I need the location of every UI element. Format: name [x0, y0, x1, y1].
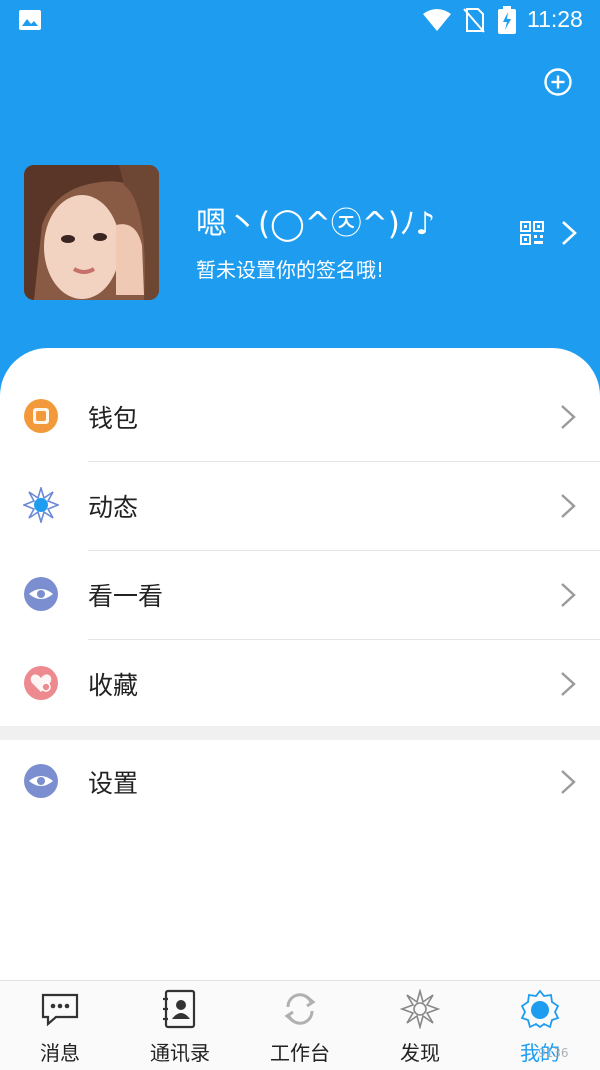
menu-item-moments[interactable]: 动态	[0, 461, 600, 550]
battery-charging-icon	[498, 6, 516, 34]
no-sim-icon	[463, 8, 485, 33]
menu-item-favorites[interactable]: 收藏	[0, 639, 600, 728]
menu-item-label: 看一看	[88, 582, 164, 611]
menu-item-settings[interactable]: 设置	[0, 737, 600, 826]
menu-item-label: 收藏	[88, 671, 139, 700]
chevron-right-icon	[561, 405, 576, 429]
menu-panel: 钱包 动态 看一看 收藏 设置	[0, 348, 600, 980]
tab-label: 发现	[400, 1041, 440, 1065]
chevron-right-icon	[561, 494, 576, 518]
gallery-icon	[19, 10, 41, 30]
chevron-right-icon	[561, 770, 576, 794]
status-bar: 11:28	[0, 0, 600, 42]
menu-item-label: 设置	[88, 769, 139, 798]
settings-icon	[24, 764, 58, 798]
tab-label: 消息	[40, 1041, 80, 1065]
contacts-book-icon	[163, 989, 196, 1029]
avatar-photo	[24, 165, 159, 300]
tab-contacts[interactable]: 通讯录	[120, 981, 240, 1070]
qr-code-icon[interactable]	[520, 221, 544, 245]
avatar[interactable]	[24, 165, 159, 300]
discover-icon	[400, 989, 440, 1029]
menu-item-label: 动态	[88, 493, 139, 522]
chevron-right-icon	[561, 583, 576, 607]
signature[interactable]: 暂未设置你的签名哦!	[196, 254, 384, 283]
profile-gear-icon	[520, 989, 560, 1029]
nickname[interactable]: 嗯丶(◯^㉨^)ﾉ♪	[196, 198, 435, 243]
add-circle-icon[interactable]	[543, 67, 573, 97]
chevron-right-icon	[561, 672, 576, 696]
tab-label: 工作台	[270, 1041, 330, 1065]
eye-icon	[24, 577, 58, 611]
menu-item-label: 钱包	[88, 404, 139, 433]
chevron-right-icon[interactable]	[560, 220, 578, 246]
moments-icon	[23, 487, 59, 523]
wallet-icon	[24, 399, 58, 433]
tab-workbench[interactable]: 工作台	[240, 981, 360, 1070]
menu-item-look[interactable]: 看一看	[0, 550, 600, 639]
menu-item-wallet[interactable]: 钱包	[0, 372, 600, 461]
tab-messages[interactable]: 消息	[0, 981, 120, 1070]
watermark: 9136	[538, 1046, 569, 1060]
chat-bubble-icon	[41, 993, 79, 1027]
bottom-tab-bar: 消息 通讯录 工作台 发现 我的	[0, 980, 600, 1070]
status-time: 11:28	[527, 6, 583, 32]
tab-discover[interactable]: 发现	[360, 981, 480, 1070]
tab-label: 通讯录	[150, 1041, 210, 1065]
wifi-icon	[423, 9, 451, 31]
sync-icon	[284, 993, 316, 1025]
favorite-icon	[24, 666, 58, 700]
